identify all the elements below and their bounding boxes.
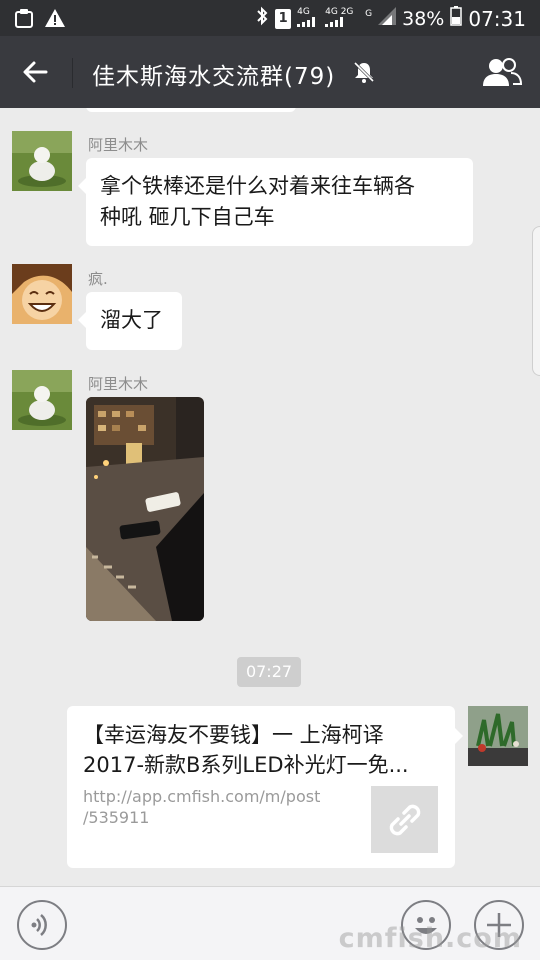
cell-signal-icon [378, 7, 397, 30]
link-title-line: 【幸运海友不要钱】一 上海柯译 [83, 723, 384, 747]
timestamp-chip: 07:27 [237, 657, 301, 687]
watermark: cmfish.com [338, 923, 522, 954]
avatar[interactable] [12, 264, 72, 324]
link-title-line: 2017-新款B系列LED补光灯一免... [83, 753, 409, 777]
status-bar: 1 4G 4G 2G G 38% 07:31 [0, 0, 540, 36]
message-bubble[interactable]: 溜大了 [78, 292, 182, 350]
message-line: 种吼 砸几下自己车 [100, 205, 275, 229]
g-network-icon: G [365, 8, 373, 19]
link-icon [371, 786, 438, 853]
warning-icon [44, 7, 66, 33]
sender-name: 疯. [88, 270, 108, 288]
group-title: 佳木斯海水交流群(79) [92, 64, 336, 90]
group-icon[interactable] [482, 56, 523, 88]
header-divider [72, 58, 73, 88]
clock: 07:31 [468, 6, 526, 31]
clipboard-icon [14, 7, 34, 33]
sender-name: 阿里木木 [88, 375, 149, 393]
link-card[interactable]: 【幸运海友不要钱】一 上海柯译 2017-新款B系列LED补光灯一免... ht… [67, 706, 463, 868]
sender-name: 阿里木木 [88, 136, 149, 154]
edge-panel-handle[interactable] [532, 226, 540, 376]
image-message[interactable] [86, 397, 204, 621]
input-bar: cmfish.com [0, 886, 540, 960]
battery-percent: 38% [402, 7, 445, 30]
avatar[interactable] [12, 370, 72, 430]
message-bubble[interactable]: 拿个铁棒还是什么对着来往车辆各 种吼 砸几下自己车 [78, 158, 473, 246]
voice-icon[interactable] [17, 900, 67, 950]
signal-2g-icon: 4G 2G [325, 7, 359, 30]
link-url-line: /535911 [83, 808, 150, 827]
bluetooth-icon [255, 5, 269, 32]
sim-icon: 1 [275, 8, 292, 29]
battery-icon [450, 6, 463, 31]
link-url-line: http://app.cmfish.com/m/post [83, 787, 321, 806]
message-line: 拿个铁棒还是什么对着来往车辆各 [100, 174, 415, 198]
link-url: http://app.cmfish.com/m/post /535911 [83, 786, 353, 828]
chat-header: 佳木斯海水交流群(79) [0, 36, 540, 108]
avatar[interactable] [468, 706, 528, 766]
message-text: 溜大了 [100, 308, 163, 332]
arrow-left-icon[interactable] [20, 56, 52, 88]
link-title: 【幸运海友不要钱】一 上海柯译 2017-新款B系列LED补光灯一免... [83, 720, 433, 780]
bell-off-icon [352, 60, 376, 84]
message-list[interactable]: 阿里木木 拿个铁棒还是什么对着来往车辆各 种吼 砸几下自己车 疯. 溜大了 阿里… [0, 108, 540, 886]
partial-message-bubble [86, 108, 296, 112]
avatar[interactable] [12, 131, 72, 191]
signal-4g-icon: 4G [297, 7, 319, 30]
